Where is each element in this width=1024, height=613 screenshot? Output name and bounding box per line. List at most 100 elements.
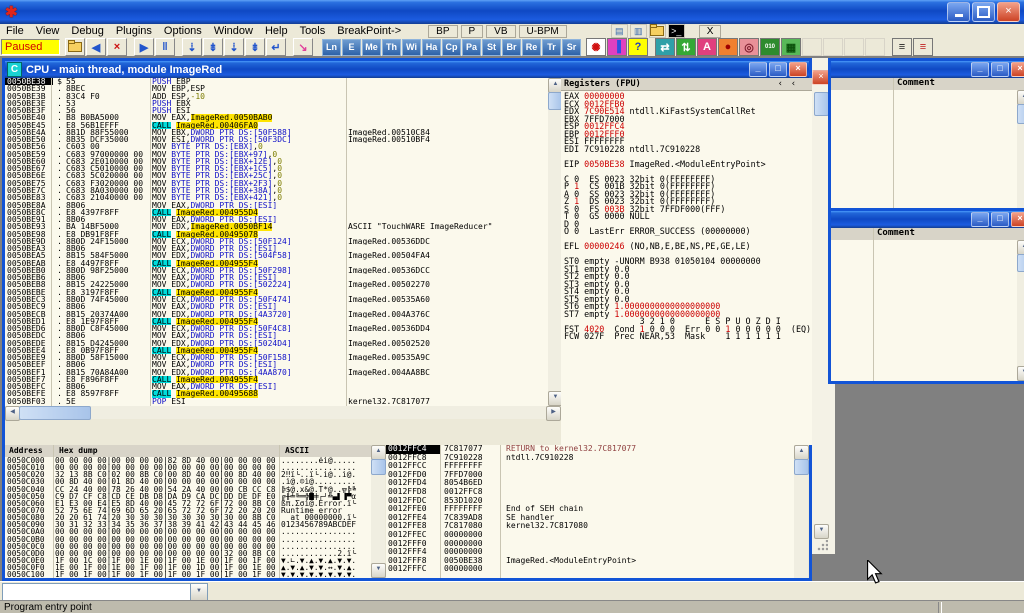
source-list-button[interactable]: ≡ <box>892 38 912 56</box>
execute-till-return-button[interactable]: ↵ <box>266 38 286 56</box>
menu-item-tools[interactable]: Tools <box>294 24 332 38</box>
close-program-button[interactable]: × <box>107 38 127 56</box>
menu-item-debug[interactable]: Debug <box>65 24 109 38</box>
toolbar-pane-button-pa[interactable]: Pa <box>462 39 481 56</box>
log-icon[interactable]: ▤ <box>611 24 628 38</box>
help-button[interactable]: ? <box>628 38 648 56</box>
comment-window-bottom-body[interactable] <box>831 240 1017 381</box>
trace-button[interactable]: ◎ <box>739 38 759 56</box>
menu-item-options[interactable]: Options <box>158 24 208 38</box>
close-button[interactable]: × <box>997 2 1020 22</box>
scroll-right-icon[interactable]: ▶ <box>546 406 561 421</box>
disasm-row[interactable]: 0050BE38$55PUSH EBP <box>5 78 548 85</box>
menu-item-breakpoint[interactable]: BreakPoint-> <box>331 24 407 38</box>
breakpoint-button[interactable]: ● <box>718 38 738 56</box>
menu-button-p[interactable]: P <box>461 25 484 38</box>
pause-button[interactable]: ‖ <box>155 38 175 56</box>
disassembly-pane[interactable]: 0050BE38$55PUSH EBP0050BE39.8BECMOV EBP,… <box>5 78 548 406</box>
menu-item-plugins[interactable]: Plugins <box>110 24 158 38</box>
disasm-row[interactable]: 0050BED6.8B0D C8F45000MOV ECX,DWORD PTR … <box>5 325 548 332</box>
toolbar-pane-button-tr[interactable]: Tr <box>542 39 561 56</box>
register-line[interactable]: O 0 LastErr ERROR_SUCCESS (00000000) <box>564 228 812 236</box>
scroll-down-icon[interactable]: ▼ <box>371 563 386 578</box>
menu-button-vb[interactable]: VB <box>486 25 515 38</box>
options-button[interactable]: ✺ <box>586 38 606 56</box>
scroll-left-icon[interactable]: ◀ <box>5 406 20 421</box>
menu-item-help[interactable]: Help <box>259 24 294 38</box>
disasm-row[interactable]: 0050BEFE.E8 8597F8FFCALL ImageRed.004956… <box>5 390 548 397</box>
comment-window-top-scrollbar[interactable]: ▲ <box>1017 90 1024 209</box>
register-line[interactable]: T 0 GS 0000 NULL <box>564 213 812 221</box>
menu-item-view[interactable]: View <box>30 24 66 38</box>
scroll-up-icon[interactable]: ▲ <box>1017 240 1024 255</box>
step-over-button[interactable]: ⇟ <box>203 38 223 56</box>
comment-window-bottom-scrollbar[interactable]: ▲ ▼ <box>1017 240 1024 381</box>
disasm-row[interactable]: 0050BEE9.8B0D 58F15000MOV ECX,DWORD PTR … <box>5 354 548 361</box>
folder-icon[interactable] <box>649 24 666 38</box>
command-dropdown-icon[interactable]: ▼ <box>190 583 208 601</box>
menu-item-window[interactable]: Window <box>208 24 259 38</box>
open-file-button[interactable] <box>65 38 85 56</box>
scroll-up-icon[interactable]: ▲ <box>1017 90 1024 105</box>
name-list-button[interactable]: ≡ <box>913 38 933 56</box>
toolbar-pane-button-me[interactable]: Me <box>362 39 381 56</box>
toolbar-pane-button-ha[interactable]: Ha <box>422 39 441 56</box>
register-line[interactable]: EIP 0050BE38 ImageRed.<ModuleEntryPoint> <box>564 161 812 169</box>
maximize-icon[interactable]: □ <box>991 62 1009 77</box>
toolbar-pane-button-wi[interactable]: Wi <box>402 39 421 56</box>
animate-into-button[interactable]: ⇣ <box>224 38 244 56</box>
disasm-row[interactable]: 0050BE3B.83C4 F0ADD ESP,-10 <box>5 93 548 100</box>
stack-row[interactable]: 0012FFFC00000000 <box>386 565 794 574</box>
step-into-button[interactable]: ⇣ <box>182 38 202 56</box>
comment-window-top-body[interactable] <box>831 90 1017 209</box>
register-line[interactable]: EFL 00000246 (NO,NB,E,BE,NS,PE,GE,LE) <box>564 243 812 251</box>
restart-button[interactable]: ◀ <box>86 38 106 56</box>
close-icon[interactable]: × <box>1011 62 1024 77</box>
console-icon[interactable]: >_ <box>668 24 685 38</box>
scroll-up-icon[interactable]: ▲ <box>794 445 809 460</box>
toolbar-close-button[interactable]: X <box>699 25 722 38</box>
scroll-up-icon[interactable]: ▲ <box>371 445 386 460</box>
windows-button[interactable]: ▦ <box>781 38 801 56</box>
maximize-icon[interactable]: □ <box>991 212 1009 227</box>
memory-dump-pane[interactable]: 0050C00000 00 00 00|00 00 00 00|82 8D 40… <box>5 457 371 578</box>
register-line[interactable]: FCW 027F Prec NEAR,53 Mask 1 1 1 1 1 1 <box>564 333 812 341</box>
notes-icon[interactable]: ▥ <box>630 24 647 38</box>
scroll-down-icon[interactable]: ▼ <box>1017 366 1024 381</box>
binary-button[interactable]: 010 <box>760 38 780 56</box>
update-button[interactable]: ⇅ <box>676 38 696 56</box>
restore-button[interactable] <box>972 2 995 22</box>
menu-button-u-bpm[interactable]: U-BPM <box>519 25 567 38</box>
appearance-button[interactable]: ▐ <box>607 38 627 56</box>
go-to-address-button[interactable]: ↘ <box>293 38 313 56</box>
animate-over-button[interactable]: ⇟ <box>245 38 265 56</box>
hidden-window-scroll-down[interactable]: ▼ <box>814 524 829 539</box>
toolbar-pane-button-ln[interactable]: Ln <box>322 39 341 56</box>
disasm-row[interactable]: 0050BEC3.8B0D 74F45000MOV ECX,DWORD PTR … <box>5 296 548 303</box>
dump-scrollbar[interactable]: ▲ ▼ <box>371 445 385 578</box>
disasm-row[interactable]: 0050BF03.5EPOP ESIkernel32.7C817077 <box>5 398 548 405</box>
disasm-row[interactable]: 0050BEF7.E8 F896F8FFCALL ImageRed.004955… <box>5 376 548 383</box>
stack-pane[interactable]: 0012FFC47C817077RETURN to kernel32.7C817… <box>386 445 794 578</box>
toolbar-pane-button-br[interactable]: Br <box>502 39 521 56</box>
close-icon[interactable]: × <box>789 62 807 77</box>
comment-window-bottom-titlebar[interactable]: _ □ × <box>831 211 1024 228</box>
toolbar-pane-button-sr[interactable]: Sr <box>562 39 581 56</box>
registers-header-buttons[interactable]: ‹‹ <box>778 78 804 90</box>
minimize-icon[interactable]: _ <box>971 212 989 227</box>
stack-scrollbar[interactable]: ▲ <box>794 445 808 578</box>
minimize-button[interactable] <box>947 2 970 22</box>
disassembly-scrollbar[interactable]: ▲ ▼ <box>548 78 561 406</box>
disasm-row[interactable]: 0050BE8C.E8 4397F8FFCALL ImageRed.004955… <box>5 209 548 216</box>
assembler-button[interactable]: A <box>697 38 717 56</box>
maximize-icon[interactable]: □ <box>769 62 787 77</box>
registers-pane[interactable]: Registers (FPU) ‹‹ EAX 00000000ECX 0012F… <box>561 78 812 445</box>
minimize-icon[interactable]: _ <box>749 62 767 77</box>
minimize-icon[interactable]: _ <box>971 62 989 77</box>
register-line[interactable]: EDI 7C910228 ntdll.7C910228 <box>564 146 812 154</box>
comment-window-top-titlebar[interactable]: _ □ × <box>831 61 1024 78</box>
hidden-window-scroll-thumb[interactable] <box>814 92 829 116</box>
disassembly-hscrollbar[interactable]: ◀ ▶ <box>5 406 561 419</box>
toolbar-pane-button-re[interactable]: Re <box>522 39 541 56</box>
switch-view-button[interactable]: ⇄ <box>655 38 675 56</box>
